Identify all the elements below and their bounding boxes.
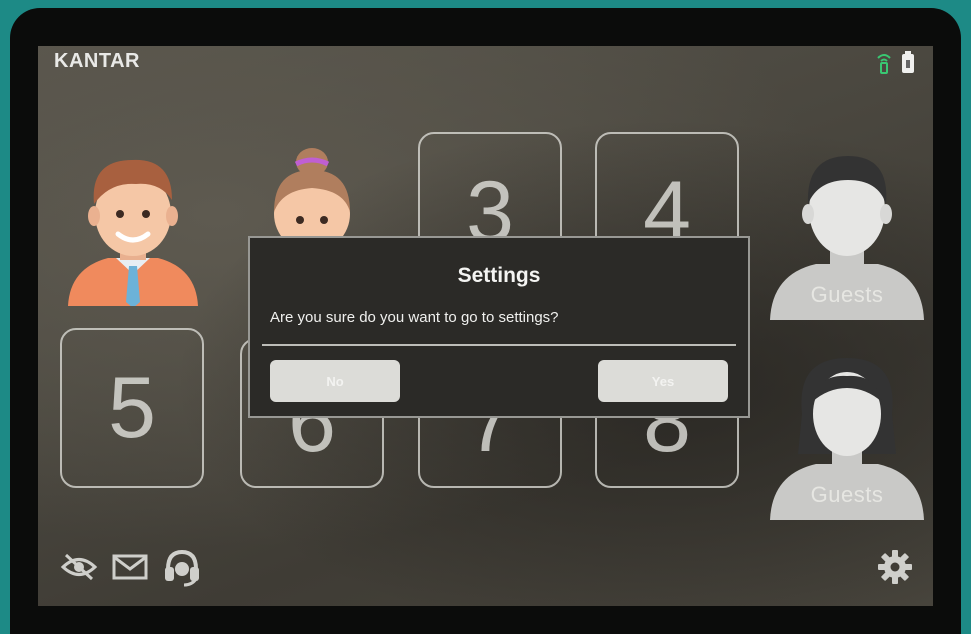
no-button[interactable]: No	[270, 360, 400, 402]
mail-icon[interactable]	[112, 553, 148, 586]
member-avatar-woman[interactable]	[266, 142, 358, 252]
eye-off-icon[interactable]	[60, 552, 98, 587]
headset-icon[interactable]	[162, 547, 202, 592]
brand-logo: KANTAR	[54, 50, 140, 72]
bottom-toolbar	[60, 547, 202, 592]
guest-avatar-female[interactable]: Guests	[766, 344, 928, 520]
gear-icon	[877, 550, 913, 589]
dialog-divider	[262, 344, 736, 346]
dialog-title: Settings	[457, 264, 541, 287]
tablet-device: KANTAR 3 4 5 6 7 8 Guests Guests Setting…	[10, 8, 961, 634]
settings-button[interactable]	[877, 549, 913, 590]
member-avatar-man[interactable]	[60, 142, 206, 311]
signal-icon	[875, 50, 893, 79]
yes-button[interactable]: Yes	[598, 360, 728, 402]
dialog-message: Are you sure do you want to go to settin…	[270, 309, 559, 326]
number-tile-5[interactable]: 5	[60, 328, 204, 488]
guest-avatar-male[interactable]: Guests	[766, 144, 928, 320]
tile-number: 5	[108, 359, 156, 456]
battery-icon	[901, 50, 915, 79]
settings-dialog: Settings Are you sure do you want to go …	[248, 236, 750, 418]
guest-label: Guests	[810, 282, 884, 307]
app-screen: KANTAR 3 4 5 6 7 8 Guests Guests Setting…	[38, 46, 933, 606]
status-bar	[875, 50, 915, 79]
guest-label: Guests	[810, 482, 884, 507]
